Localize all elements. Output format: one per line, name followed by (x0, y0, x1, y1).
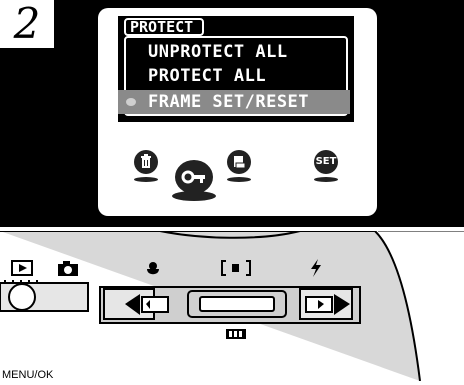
selection-bullet-icon (126, 98, 136, 106)
print-order-icon[interactable] (227, 150, 251, 174)
print-order-icon-shadow (227, 177, 251, 182)
menu-item-unprotect-all[interactable]: UNPROTECT ALL (148, 42, 288, 62)
menu-title: PROTECT (124, 18, 204, 36)
lcd-illustration-panel: 2 PROTECT UNPROTECT ALL PROTECT ALL FRAM… (0, 0, 464, 227)
setup-icon[interactable]: SET (314, 150, 338, 174)
key-icon[interactable] (175, 160, 213, 194)
protect-menu: PROTECT UNPROTECT ALL PROTECT ALL FRAME … (118, 16, 354, 122)
key-icon-shadow (172, 191, 216, 201)
menu-item-protect-all[interactable]: PROTECT ALL (148, 66, 266, 86)
camera-back-illustration: MENU/OK (0, 230, 464, 382)
camera-drawing (0, 230, 464, 382)
menu-item-frame-set-reset[interactable]: FRAME SET/RESET (118, 90, 350, 114)
trash-icon[interactable] (134, 150, 158, 174)
trash-icon-shadow (134, 177, 158, 182)
menu-item-label: FRAME SET/RESET (148, 92, 310, 112)
menu-ok-label: MENU/OK (2, 369, 54, 381)
setup-icon-shadow (314, 177, 338, 182)
step-number: 2 (0, 0, 56, 50)
